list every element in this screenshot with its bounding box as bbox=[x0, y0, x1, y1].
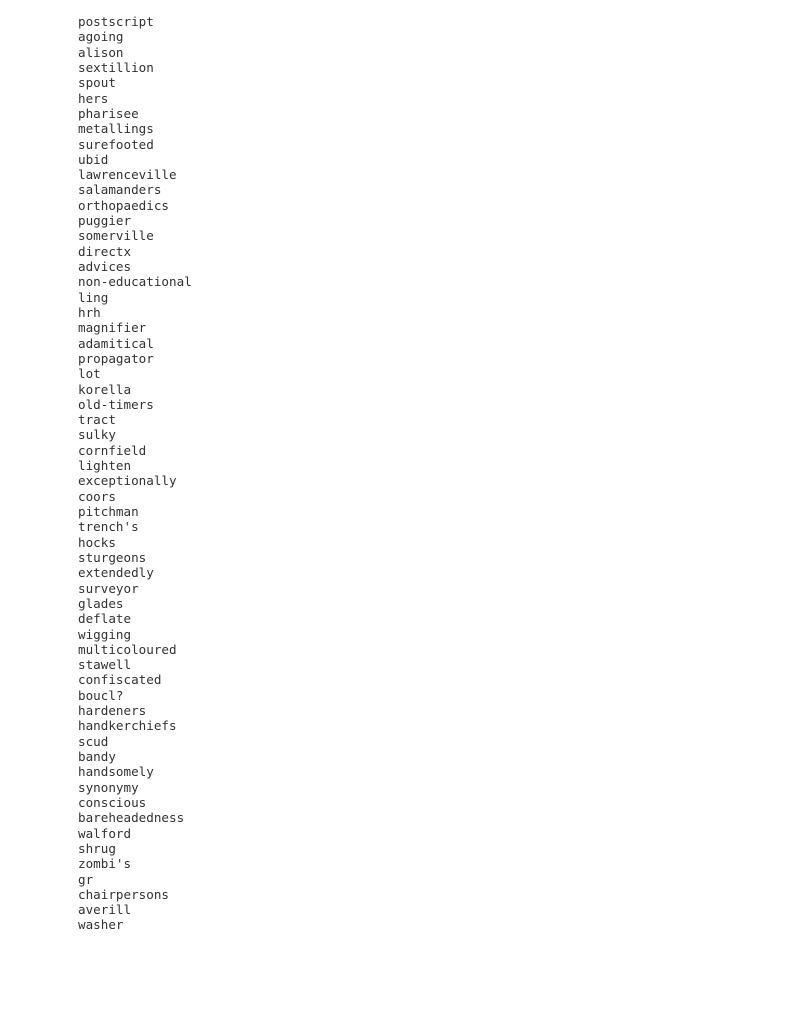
word-list-item: washer bbox=[78, 917, 124, 933]
word-list-item: salamanders bbox=[78, 182, 162, 198]
word-list-item: scud bbox=[78, 733, 109, 749]
word-list-item: wigging bbox=[78, 626, 132, 642]
word-list-item: surveyor bbox=[78, 580, 139, 596]
word-list-item: bandy bbox=[78, 749, 116, 764]
word-list-item: glades bbox=[78, 595, 124, 611]
word-list-item: korella bbox=[78, 381, 132, 397]
word-list-item: sulky bbox=[78, 427, 116, 443]
word-list-item: propagator bbox=[78, 350, 154, 366]
word-list-item: exceptionally bbox=[78, 473, 177, 489]
word-list-item: sextillion bbox=[78, 59, 154, 75]
word-list-item: puggier bbox=[78, 213, 132, 229]
word-list-item: agoing bbox=[78, 29, 124, 45]
word-list: postscript agoing alison sextillion spout her… bbox=[78, 14, 192, 933]
word-list-item: deflate bbox=[78, 611, 132, 627]
word-list-item: hocks bbox=[78, 534, 116, 550]
word-list-item: tract bbox=[78, 412, 116, 428]
word-list-item: boucl? bbox=[78, 687, 124, 703]
word-list-item: extendedly bbox=[78, 565, 154, 581]
word-list-item: directx bbox=[78, 243, 132, 259]
word-list-item: somerville bbox=[78, 228, 154, 244]
word-list-item: advices bbox=[78, 259, 132, 274]
word-list-item: orthopaedics bbox=[78, 197, 169, 213]
word-list-item: hrh bbox=[78, 304, 101, 320]
word-list-item: conscious bbox=[78, 794, 147, 810]
word-list-item: sturgeons bbox=[78, 549, 147, 565]
word-list-item: bareheadedness bbox=[78, 810, 185, 826]
word-list-item: hardeners bbox=[78, 703, 147, 719]
word-list-item: metallings bbox=[78, 121, 154, 137]
word-list-item: pitchman bbox=[78, 504, 139, 519]
word-list-item: cornfield bbox=[78, 442, 147, 458]
word-list-item: lighten bbox=[78, 458, 132, 474]
word-list-item: ling bbox=[78, 289, 109, 305]
word-list-item: synonymy bbox=[78, 779, 139, 795]
word-list-item: stawell bbox=[78, 657, 132, 673]
word-list-item: surefooted bbox=[78, 136, 154, 152]
word-list-item: magnifier bbox=[78, 320, 147, 336]
word-list-item: chairpersons bbox=[78, 886, 169, 902]
word-list-item: lot bbox=[78, 366, 101, 382]
word-list-item: ubid bbox=[78, 151, 109, 167]
word-list-item: walford bbox=[78, 825, 132, 841]
word-list-item: non-educational bbox=[78, 274, 192, 290]
word-list-item: trench's bbox=[78, 519, 139, 535]
word-list-item: handsomely bbox=[78, 764, 154, 780]
word-list-item: alison bbox=[78, 44, 124, 60]
word-list-item: shrug bbox=[78, 840, 116, 856]
word-list-item: coors bbox=[78, 488, 116, 504]
word-list-item: spout bbox=[78, 75, 116, 91]
word-list-item: lawrenceville bbox=[78, 167, 177, 183]
word-list-item: multicoloured bbox=[78, 641, 177, 657]
word-list-item: gr bbox=[78, 871, 94, 887]
word-list-item: adamitical bbox=[78, 335, 154, 351]
word-list-item: pharisee bbox=[78, 105, 139, 121]
word-list-item: postscript bbox=[78, 14, 154, 29]
word-list-item: hers bbox=[78, 90, 109, 106]
word-list-item: zombi's bbox=[78, 856, 132, 872]
word-list-item: old-timers bbox=[78, 396, 154, 412]
word-list-item: confiscated bbox=[78, 672, 162, 688]
word-list-item: handkerchiefs bbox=[78, 718, 177, 734]
document-page: postscript agoing alison sextillion spout her… bbox=[0, 0, 791, 1023]
word-list-item: averill bbox=[78, 902, 132, 918]
